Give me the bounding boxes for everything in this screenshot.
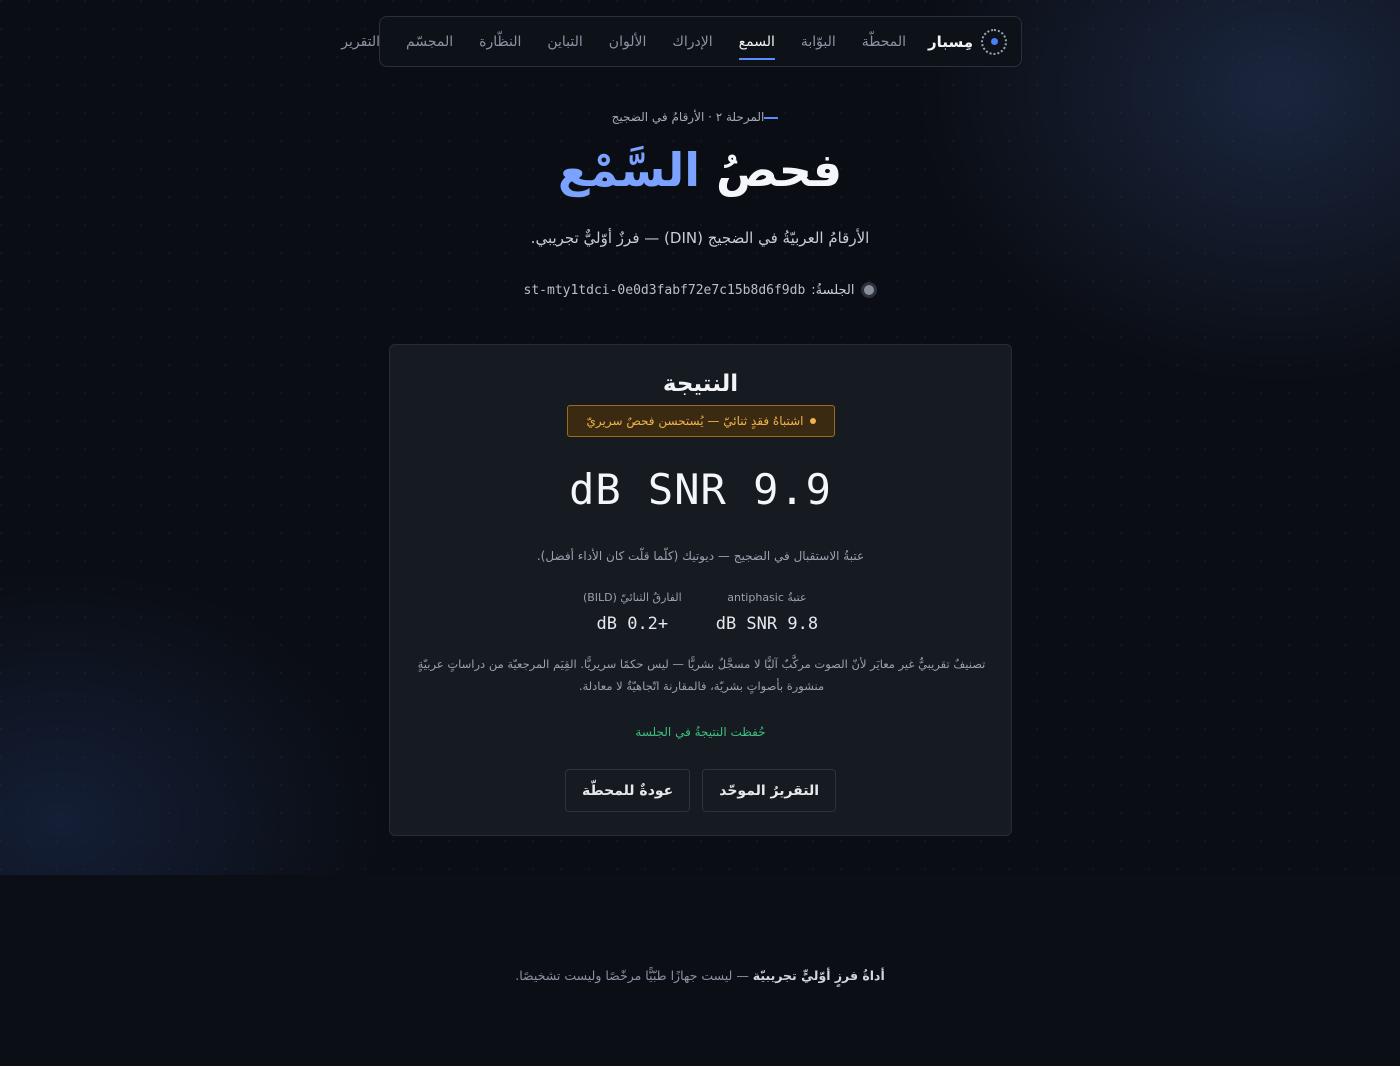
disclaimer-note: تصنيفٌ تقريبيٌّ غير معايَر لأنّ الصوت مر… <box>417 657 986 693</box>
metric-value: dB 0.2+ <box>596 614 669 634</box>
session-status-icon <box>860 282 877 298</box>
page-title-main: فحصُ <box>716 143 843 197</box>
page-subtitle: الأرقامُ العربيّةُ في الضجيج (DIN) — فرز… <box>530 229 870 247</box>
session-label: الجلسةُ: <box>811 282 855 298</box>
nav-item-colors[interactable]: الألوان <box>609 30 647 54</box>
nav-item-stereogram[interactable]: المجسّم <box>406 30 453 54</box>
top-nav: مِسبار المحطّة البوّابة السمع الإدراك ال… <box>341 16 1022 67</box>
nav-item-station[interactable]: المحطّة <box>862 30 906 54</box>
probe-logo-icon <box>981 28 1007 55</box>
status-badge-text: اشتباهُ فقدٍ ثنائيّ — يُستحسن فحصٌ سريري… <box>586 414 804 428</box>
result-card: النتيجة اشتباهُ فقدٍ ثنائيّ — يُستحسن فح… <box>389 344 1012 836</box>
srt-explanation: عتبةُ الاستقبال في الضجيج — ديوتيك (كلّم… <box>536 549 865 563</box>
nav-item-gateway[interactable]: البوّابة <box>801 30 836 54</box>
action-buttons: التقريرُ الموحّد عودةٌ للمحطّة <box>390 769 1011 812</box>
brand[interactable]: مِسبار <box>928 28 1007 55</box>
metric-label: عتبةُ antiphasic <box>727 591 807 604</box>
result-title: النتيجة <box>662 371 739 397</box>
unified-report-button[interactable]: التقريرُ الموحّد <box>702 769 837 812</box>
metric-value: dB SNR 9.8 <box>715 614 819 634</box>
page-title-accent: السَّمْع <box>557 143 701 197</box>
stage-text: المرحلة ٢ · الأرقامُ في الضجيج <box>611 110 765 124</box>
footer-disclaimer: أداةُ فرزٍ أوّليٍّ تجريبيّة — ليست جهازً… <box>0 968 1400 983</box>
footer-text: — ليست جهازًا طبّيًّا مرخّصًا وليست تشخي… <box>515 968 753 983</box>
srt-value: dB SNR 9.9 <box>569 465 832 514</box>
back-to-station-button[interactable]: عودةٌ للمحطّة <box>564 769 691 812</box>
stage-label: المرحلة ٢ · الأرقامُ في الضجيج <box>0 110 1400 124</box>
nav-item-contrast[interactable]: التباين <box>547 30 582 54</box>
footer-bold: أداةُ فرزٍ أوّليٍّ تجريبيّة <box>752 968 885 983</box>
nav-item-glasses[interactable]: النظّارة <box>479 30 521 54</box>
metrics-row: عتبةُ antiphasic dB SNR 9.8 الفارقُ الثن… <box>390 591 1011 634</box>
session-info: الجلسةُ: st-mty1tdci-0e0d3fabf72e7c15b8d… <box>0 282 1400 298</box>
nav-item-perception[interactable]: الإدراك <box>672 30 712 54</box>
warning-dot-icon <box>809 418 816 424</box>
session-id: st-mty1tdci-0e0d3fabf72e7c15b8d6f9db <box>523 282 806 298</box>
brand-name: مِسبار <box>928 32 973 51</box>
metric-antiphasic: عتبةُ antiphasic dB SNR 9.8 <box>716 591 818 634</box>
nav-item-hearing[interactable]: السمع <box>738 30 776 60</box>
saved-confirmation: حُفظت النتيجةُ في الجلسة <box>635 725 766 739</box>
page-title: فحصُ السَّمْع <box>0 138 1400 202</box>
metric-bild: الفارقُ الثنائيّ (BILD) dB 0.2+ <box>583 591 682 634</box>
nav-item-report[interactable]: التقرير <box>341 30 380 54</box>
status-badge: اشتباهُ فقدٍ ثنائيّ — يُستحسن فحصٌ سريري… <box>567 405 835 437</box>
metric-label: الفارقُ الثنائيّ (BILD) <box>582 591 682 604</box>
stage-dash <box>764 116 779 119</box>
